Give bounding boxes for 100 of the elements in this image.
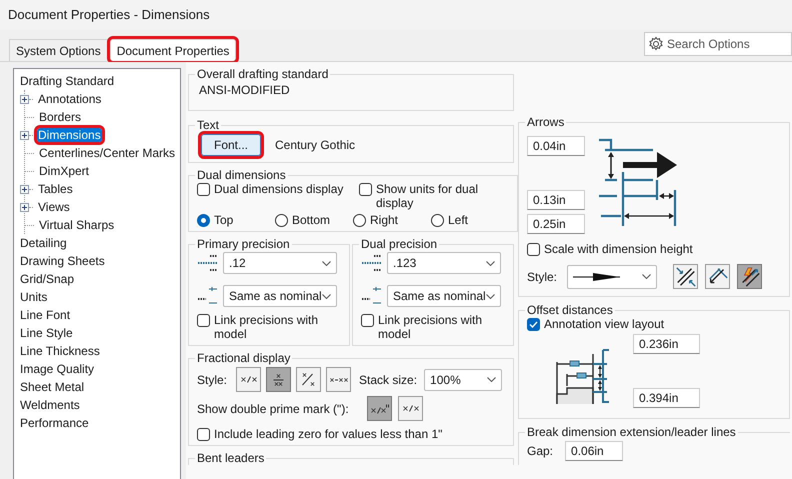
tree-item[interactable]: Image Quality <box>19 362 96 376</box>
gap-label: Gap: <box>527 444 554 458</box>
arrow-size-field[interactable]: 0.13in <box>527 190 585 210</box>
fraction-style-button[interactable] <box>266 367 292 392</box>
tree-item[interactable]: Line Thickness <box>19 344 101 358</box>
tree-item[interactable]: Line Font <box>19 308 72 322</box>
arrow-placement-icon <box>674 266 696 288</box>
prime-style-button[interactable] <box>367 396 392 421</box>
group-title: Arrows <box>526 115 566 129</box>
fraction-icon <box>370 404 388 414</box>
arrow-style-dropdown[interactable] <box>567 264 657 288</box>
expand-icon[interactable] <box>20 184 29 194</box>
gap-field[interactable]: 0.06in <box>565 441 624 461</box>
chevron-icon <box>486 294 495 298</box>
precision-dropdown[interactable]: .12 <box>223 252 337 274</box>
radio-button[interactable] <box>197 214 210 226</box>
checkbox-label: Annotation view layout <box>544 317 664 331</box>
font-name: Century Gothic <box>275 138 356 152</box>
tree-item[interactable]: Virtual Sharps <box>38 218 116 232</box>
checkbox[interactable] <box>197 183 210 196</box>
prime-style-button[interactable] <box>398 396 423 421</box>
group-title: Text <box>196 118 220 132</box>
stack-size-dropdown[interactable]: 100% <box>424 368 502 390</box>
arrow-placement-button[interactable] <box>705 264 730 289</box>
checkbox-label: Scale with dimension height <box>544 242 693 256</box>
checkbox[interactable] <box>197 428 210 441</box>
fraction-icon <box>402 405 418 412</box>
checkbox[interactable] <box>527 318 540 331</box>
font-button[interactable]: Font... <box>201 134 261 156</box>
arrow-style-icon <box>573 272 621 282</box>
tolerance-dropdown[interactable]: Same as nominal <box>387 285 501 307</box>
tree-item[interactable]: Borders <box>38 110 82 124</box>
offset-field[interactable]: 0.236in <box>633 334 700 354</box>
tree-item[interactable]: Performance <box>19 416 90 430</box>
checkbox-label: Show units for dual display <box>376 182 480 210</box>
arrow-placement-button[interactable] <box>737 264 762 289</box>
checkbox-label: Link precisions with model <box>378 313 484 341</box>
radio-label: Top <box>214 213 234 227</box>
standard-value: ANSI-MODIFIED <box>198 82 291 99</box>
precision-icon <box>197 253 219 273</box>
checkbox[interactable] <box>361 314 374 327</box>
prime-label: Show double prime mark ("): <box>197 402 350 416</box>
expand-icon[interactable] <box>20 202 29 212</box>
radio-button[interactable] <box>275 214 288 226</box>
tree-item[interactable]: Weldments <box>19 398 81 412</box>
radio-label: Bottom <box>292 213 330 227</box>
radio-label: Left <box>448 213 468 227</box>
stack-size-label: Stack size: <box>359 372 418 386</box>
radio-button[interactable] <box>353 214 366 226</box>
fraction-icon <box>240 376 257 383</box>
expand-icon[interactable] <box>20 94 29 104</box>
tree-item[interactable]: Dimensions <box>37 128 102 142</box>
checkbox-label: Link precisions with model <box>214 313 320 341</box>
tree-item[interactable]: DimXpert <box>38 164 90 178</box>
tree-item[interactable]: Drawing Sheets <box>19 254 106 268</box>
chevron-icon <box>322 294 331 298</box>
tree-item[interactable]: Drafting Standard <box>19 74 116 88</box>
tree-item[interactable]: Tables <box>37 182 74 196</box>
chevron-icon <box>642 274 651 279</box>
tab[interactable]: Document Properties <box>110 39 236 61</box>
arrow-size-field[interactable]: 0.25in <box>527 214 585 234</box>
tab[interactable]: System Options <box>9 39 108 61</box>
tree-item[interactable]: Annotations <box>37 92 102 106</box>
radio-button[interactable] <box>431 214 444 226</box>
tolerance-dropdown[interactable]: Same as nominal <box>223 285 337 307</box>
tree-item[interactable]: Centerlines/Center Marks <box>38 146 176 160</box>
checkbox-label: Dual dimensions display <box>214 182 344 196</box>
tree-item[interactable]: Units <box>19 290 48 304</box>
style-label: Style: <box>197 372 228 386</box>
checkbox[interactable] <box>197 314 210 327</box>
arrow-placement-button[interactable] <box>673 264 698 289</box>
group-title: Offset distances <box>526 303 614 317</box>
group-title: Break dimension extension/leader lines <box>526 425 737 439</box>
checkbox[interactable] <box>527 243 540 256</box>
precision-dropdown[interactable]: .123 <box>387 252 501 274</box>
expand-icon[interactable] <box>20 130 29 140</box>
checkbox[interactable] <box>359 183 372 196</box>
tree-item[interactable]: Line Style <box>19 326 74 340</box>
fraction-style-button[interactable] <box>296 367 322 392</box>
style-label: Style: <box>527 270 558 284</box>
tree-item[interactable]: Views <box>37 200 71 214</box>
chevron-icon <box>322 260 331 266</box>
tree-item[interactable]: Detailing <box>19 236 68 250</box>
precision-icon <box>361 253 383 273</box>
chevron-icon <box>487 377 496 382</box>
window-title: Document Properties - Dimensions <box>8 8 210 22</box>
settings-icon <box>648 36 664 52</box>
fraction-style-button[interactable] <box>236 367 262 392</box>
tree-item[interactable]: Grid/Snap <box>19 272 76 286</box>
group-title: Bent leaders <box>196 451 266 465</box>
fraction-icon <box>273 374 284 386</box>
chevron-icon <box>486 260 495 266</box>
checkbox-label: Include leading zero for values less than 1" <box>214 427 442 441</box>
fraction-icon <box>330 378 348 382</box>
group-title: Overall drafting standard <box>196 67 330 81</box>
search-field[interactable]: Search Options <box>644 32 792 56</box>
arrow-size-field[interactable]: 0.04in <box>527 136 585 156</box>
tree-item[interactable]: Sheet Metal <box>19 380 86 394</box>
tolerance-icon <box>361 286 383 306</box>
offset-field[interactable]: 0.394in <box>633 388 700 408</box>
